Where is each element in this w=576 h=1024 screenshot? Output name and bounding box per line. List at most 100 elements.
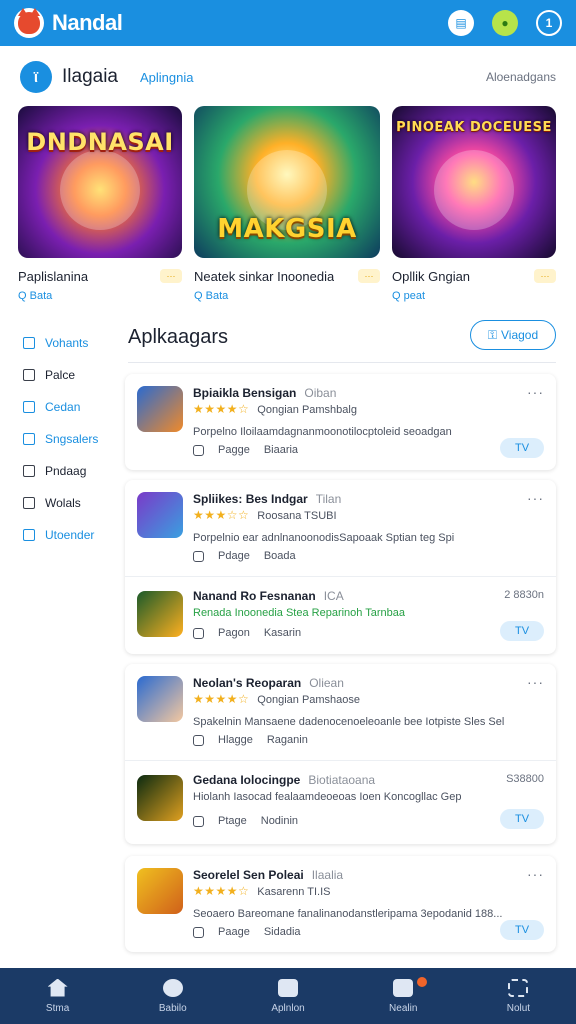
more-icon[interactable]: ··· bbox=[358, 269, 380, 283]
category-icon bbox=[23, 497, 35, 509]
app-thumbnail bbox=[137, 676, 183, 722]
app-thumbnail bbox=[137, 591, 183, 637]
featured-name: Neatek sinkar Inoonedia bbox=[194, 268, 335, 284]
nav-item-more[interactable]: Nolut bbox=[461, 968, 576, 1024]
install-button[interactable]: TV bbox=[500, 920, 544, 940]
app-tag: Oiban bbox=[304, 386, 337, 400]
divider bbox=[128, 362, 556, 363]
featured-name: Paplislanina bbox=[18, 268, 89, 284]
scan-icon bbox=[508, 978, 529, 997]
app-title: Bpiaikla Bensigan bbox=[193, 386, 297, 400]
star-rating: ★★★★☆ bbox=[193, 884, 250, 898]
game-banner-image: MAKGSIA bbox=[194, 106, 380, 258]
inbox-icon[interactable]: ▤ bbox=[448, 10, 474, 36]
category-icon bbox=[23, 465, 35, 477]
featured-carousel: DNDNASAI Paplislanina ··· Q Bata MAKGSIA … bbox=[18, 106, 558, 306]
nav-item-apps[interactable]: Aplnlon bbox=[230, 968, 345, 1024]
app-size: S38800 bbox=[506, 773, 544, 785]
bottom-navigation: Stma Babilo Aplnlon Nealin Nolut bbox=[0, 968, 576, 1024]
developer-name: Kasarenn TI.IS bbox=[257, 886, 331, 898]
app-tag: Oliean bbox=[309, 676, 344, 690]
sidebar-item[interactable]: Sngsalers bbox=[20, 424, 120, 454]
banner-logo-text: DNDNASAI bbox=[26, 128, 174, 156]
app-row[interactable]: Nanand Ro Fesnanan ICA Renada Inoonedia S… bbox=[125, 576, 556, 654]
install-button[interactable]: TV bbox=[500, 809, 544, 829]
header-right-link[interactable]: Aloenadgans bbox=[486, 70, 556, 84]
clock-icon bbox=[193, 734, 204, 746]
info-icon[interactable]: 1 bbox=[536, 10, 562, 36]
app-size: 2 8830n bbox=[504, 589, 544, 601]
clock-icon bbox=[193, 444, 204, 456]
app-card: Spliikes: Bes Indgar Tilan ★★★☆☆ Roosana T… bbox=[125, 480, 556, 654]
main-panel: ϊ Ilagaia Aplingnia Aloenadgans DNDNASAI… bbox=[0, 46, 576, 968]
install-button[interactable]: TV bbox=[500, 621, 544, 641]
featured-meta: Q Bata bbox=[194, 290, 229, 302]
notification-badge bbox=[417, 977, 428, 987]
category-icon bbox=[23, 369, 35, 381]
app-description: Spakelnin Mansaene dadenocenoeleoanle be… bbox=[193, 716, 505, 728]
more-options-icon[interactable]: ··· bbox=[527, 384, 544, 400]
more-options-icon[interactable]: ··· bbox=[527, 490, 544, 506]
category-icon bbox=[23, 337, 35, 349]
app-row[interactable]: Bpiaikla Bensigan Oiban ★★★★☆ Qongian Pams… bbox=[125, 374, 556, 470]
app-description: Porpelno Iloilaamdagnanmoonotilocptoleid… bbox=[193, 426, 452, 438]
sidebar-item[interactable]: Wolals bbox=[20, 488, 120, 518]
nav-item-games[interactable]: Babilo bbox=[115, 968, 230, 1024]
featured-card[interactable]: DNDNASAI Paplislanina ··· Q Bata bbox=[18, 106, 182, 306]
more-options-icon[interactable]: ··· bbox=[527, 866, 544, 882]
app-tag: Ilaalia bbox=[311, 868, 344, 882]
clock-icon bbox=[193, 550, 204, 562]
sidebar-item[interactable]: Palce bbox=[20, 360, 120, 390]
developer-name: Renada Inoonedia Stea Reparinoh Tarnbaa bbox=[193, 607, 406, 619]
app-description: Porpelnio ear adnlnanoonodisSapoaak Spti… bbox=[193, 532, 455, 544]
app-row[interactable]: Gedana Iolocingpe Biotiataoana Hiolanh Ia… bbox=[125, 760, 556, 844]
app-row[interactable]: Neolan's Reoparan Oliean ★★★★☆ Qongian Pam… bbox=[125, 664, 556, 760]
sidebar-item[interactable]: Utoender bbox=[20, 520, 120, 550]
sidebar-item[interactable]: Vohants bbox=[20, 328, 120, 358]
app-thumbnail bbox=[137, 386, 183, 432]
category-icon bbox=[23, 401, 35, 413]
app-title: Seorelel Sen Poleai bbox=[193, 868, 304, 882]
featured-card[interactable]: PINOEAK DOCEUESE Opllik Gngian ··· Q peat bbox=[392, 106, 556, 306]
app-tag: Tilan bbox=[315, 492, 342, 506]
developer-name: Hiolanh Iasocad fealaamdeoeoas Ioen Konc… bbox=[193, 791, 462, 803]
download-icon bbox=[278, 978, 298, 997]
app-title: Spliikes: Bes Indgar bbox=[193, 492, 308, 506]
fox-logo-icon[interactable] bbox=[14, 8, 44, 38]
clock-icon bbox=[193, 926, 204, 938]
more-icon[interactable]: ··· bbox=[160, 269, 182, 283]
app-row[interactable]: Spliikes: Bes Indgar Tilan ★★★☆☆ Roosana T… bbox=[125, 480, 556, 576]
star-rating: ★★★★☆ bbox=[193, 402, 250, 416]
game-banner-image: PINOEAK DOCEUESE bbox=[392, 106, 556, 258]
app-title: Neolan's Reoparan bbox=[193, 676, 302, 690]
store-icon: ϊ bbox=[20, 61, 52, 93]
app-card: Seorelel Sen Poleai Ilaalia ★★★★☆ Kasarenn… bbox=[125, 856, 556, 952]
app-title: Gedana Iolocingpe bbox=[193, 773, 301, 787]
category-icon bbox=[23, 529, 35, 541]
sidebar-item[interactable]: Pndaag bbox=[20, 456, 120, 486]
install-button[interactable]: TV bbox=[500, 438, 544, 458]
more-icon[interactable]: ··· bbox=[534, 269, 556, 283]
app-title: Nanand Ro Fesnanan bbox=[193, 589, 316, 603]
store-header: ϊ Ilagaia Aplingnia Aloenadgans bbox=[20, 60, 556, 94]
store-subtitle-link[interactable]: Aplingnia bbox=[140, 70, 194, 85]
nav-item-notifications[interactable]: Nealin bbox=[346, 968, 461, 1024]
bag-icon: ⚿ bbox=[487, 327, 497, 342]
section-action-button[interactable]: ⚿ Viagod bbox=[470, 320, 556, 350]
featured-card[interactable]: MAKGSIA Neatek sinkar Inoonedia ··· Q Bat… bbox=[194, 106, 380, 306]
star-rating: ★★★☆☆ bbox=[193, 508, 250, 522]
category-sidebar: Vohants Palce Cedan Sngsalers Pndaag Wol… bbox=[20, 328, 120, 552]
app-row[interactable]: Seorelel Sen Poleai Ilaalia ★★★★☆ Kasarenn… bbox=[125, 856, 556, 952]
star-rating: ★★★★☆ bbox=[193, 692, 250, 706]
home-icon bbox=[47, 978, 68, 997]
profile-icon[interactable]: ● bbox=[492, 10, 518, 36]
section-title: Aplkaagars bbox=[128, 326, 229, 348]
app-card: Neolan's Reoparan Oliean ★★★★☆ Qongian Pam… bbox=[125, 664, 556, 844]
app-description: Seoaero Bareomane fanalinanodanstleripam… bbox=[193, 908, 503, 920]
featured-meta: Q peat bbox=[392, 290, 426, 302]
more-options-icon[interactable]: ··· bbox=[527, 674, 544, 690]
clock-icon bbox=[193, 815, 204, 827]
nav-item-home[interactable]: Stma bbox=[0, 968, 115, 1024]
sidebar-item[interactable]: Cedan bbox=[20, 392, 120, 422]
app-thumbnail bbox=[137, 868, 183, 914]
